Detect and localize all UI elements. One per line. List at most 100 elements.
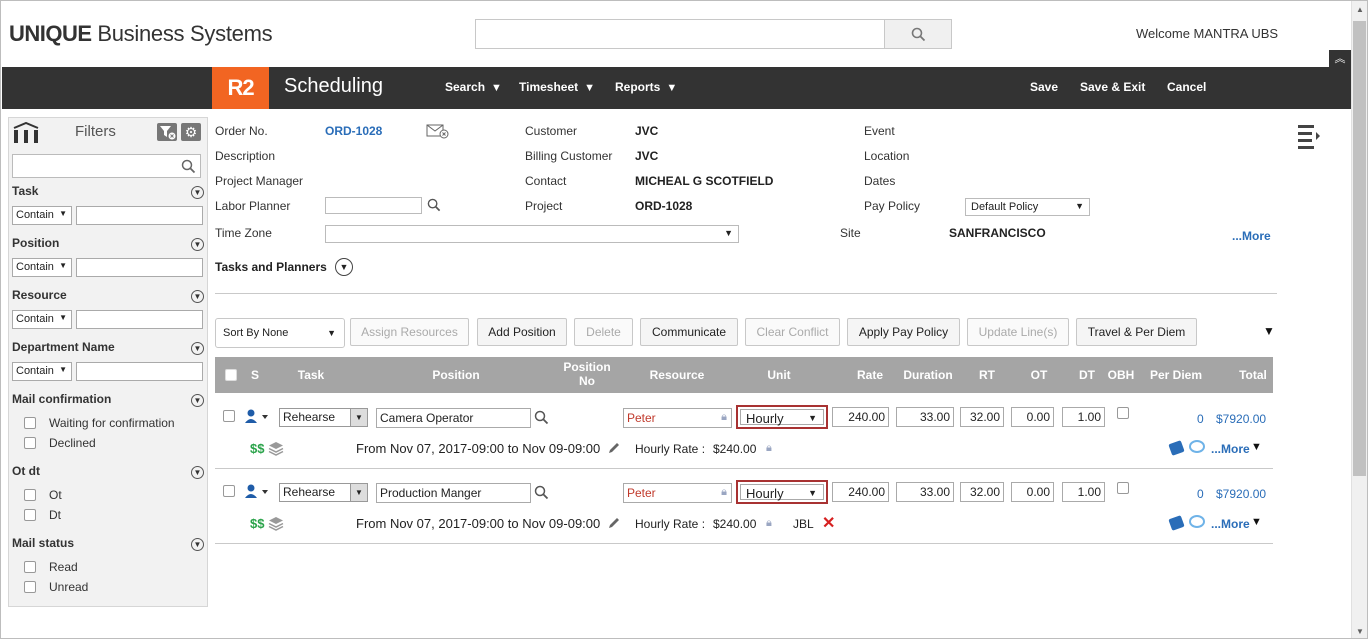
filter-position-op[interactable]: Contain ▼ <box>12 258 72 277</box>
filter-search-input[interactable] <box>12 154 201 178</box>
filter-task-input[interactable] <box>76 206 203 225</box>
declined-checkbox[interactable] <box>24 437 36 449</box>
clear-conflict-button[interactable]: Clear Conflict <box>745 318 840 346</box>
filter-position-input[interactable] <box>76 258 203 277</box>
scroll-up-icon[interactable]: ▲ <box>1356 5 1364 14</box>
search-icon[interactable] <box>534 410 549 425</box>
read-checkbox[interactable] <box>24 561 36 573</box>
layers-icon[interactable] <box>268 516 284 531</box>
unit-select[interactable]: Hourly ▼ <box>736 405 828 429</box>
dt-input[interactable]: 1.00 <box>1062 482 1105 502</box>
rt-input[interactable]: 32.00 <box>960 482 1004 502</box>
communicate-button[interactable]: Communicate <box>640 318 738 346</box>
add-position-button[interactable]: Add Position <box>477 318 567 346</box>
total-link[interactable]: $7920.00 <box>1216 487 1266 501</box>
global-search-input[interactable] <box>475 19 885 49</box>
cancel-button[interactable]: Cancel <box>1167 80 1206 94</box>
user-status-icon[interactable] <box>244 483 272 502</box>
caret-down-icon[interactable]: ▼ <box>1263 324 1275 338</box>
unit-select[interactable]: Hourly ▼ <box>736 480 828 504</box>
search-icon[interactable] <box>427 198 441 212</box>
order-no-link[interactable]: ORD-1028 <box>325 124 382 138</box>
row-checkbox[interactable] <box>223 485 235 497</box>
gear-icon[interactable]: ⚙ <box>181 123 201 141</box>
columns-icon[interactable] <box>12 122 40 144</box>
position-input[interactable]: Production Manger <box>376 483 531 503</box>
rate-input[interactable]: 240.00 <box>832 407 889 427</box>
search-icon[interactable] <box>534 485 549 500</box>
chevron-down-icon[interactable]: ▼ <box>191 342 204 355</box>
scrollbar-thumb[interactable] <box>1353 21 1366 476</box>
filter-task-op[interactable]: Contain ▼ <box>12 206 72 225</box>
delete-button[interactable]: Delete <box>574 318 633 346</box>
collapse-header-icon[interactable]: ︽ <box>1329 50 1351 68</box>
filter-resource-input[interactable] <box>76 310 203 329</box>
save-exit-button[interactable]: Save & Exit <box>1080 80 1145 94</box>
chevron-down-icon[interactable]: ▼ <box>191 238 204 251</box>
assign-resources-button[interactable]: Assign Resources <box>350 318 469 346</box>
chevron-down-icon[interactable]: ▼ <box>191 538 204 551</box>
caret-down-icon[interactable]: ▼ <box>1251 516 1262 528</box>
row-more-link[interactable]: ...More <box>1211 517 1250 531</box>
chevron-down-icon[interactable]: ▼ <box>191 290 204 303</box>
unread-checkbox[interactable] <box>24 581 36 593</box>
user-status-icon[interactable] <box>244 408 272 427</box>
nav-timesheet-menu[interactable]: Timesheet ▼ <box>519 80 595 94</box>
more-details-link[interactable]: ...More <box>1232 229 1271 243</box>
ot-input[interactable]: 0.00 <box>1011 407 1054 427</box>
update-lines-button[interactable]: Update Line(s) <box>967 318 1069 346</box>
filter-resource-op[interactable]: Contain ▼ <box>12 310 72 329</box>
side-menu-icon[interactable] <box>1297 123 1321 149</box>
chevron-down-icon[interactable]: ▼ <box>191 466 204 479</box>
nav-search-menu[interactable]: Search ▼ <box>445 80 502 94</box>
sort-by-select[interactable]: Sort By None ▼ <box>215 318 345 348</box>
ot-input[interactable]: 0.00 <box>1011 482 1054 502</box>
chevron-down-icon[interactable]: ▼ <box>191 186 204 199</box>
apply-pay-policy-button[interactable]: Apply Pay Policy <box>847 318 960 346</box>
filter-department-input[interactable] <box>76 362 203 381</box>
chat-icon[interactable] <box>1189 515 1205 528</box>
nav-reports-menu[interactable]: Reports ▼ <box>615 80 677 94</box>
duration-input[interactable]: 33.00 <box>896 407 954 427</box>
duration-input[interactable]: 33.00 <box>896 482 954 502</box>
dt-checkbox[interactable] <box>24 509 36 521</box>
resource-input[interactable]: Peter 🔒︎ <box>623 483 732 503</box>
pencil-icon[interactable] <box>607 516 621 530</box>
tag-icon[interactable] <box>1168 440 1185 456</box>
tag-icon[interactable] <box>1168 515 1185 531</box>
position-input[interactable]: Camera Operator <box>376 408 531 428</box>
dt-input[interactable]: 1.00 <box>1062 407 1105 427</box>
resource-input[interactable]: Peter 🔒︎ <box>623 408 732 428</box>
chat-icon[interactable] <box>1189 440 1205 453</box>
pay-policy-select[interactable]: Default Policy ▼ <box>965 198 1090 216</box>
mail-icon[interactable] <box>426 123 450 139</box>
global-search-button[interactable] <box>884 19 952 49</box>
per-diem-link[interactable]: 0 <box>1197 412 1204 426</box>
rt-input[interactable]: 32.00 <box>960 407 1004 427</box>
clear-filter-icon[interactable] <box>157 123 177 141</box>
task-select[interactable]: Rehearse ▼ <box>279 408 368 427</box>
per-diem-link[interactable]: 0 <box>1197 487 1204 501</box>
save-button[interactable]: Save <box>1030 80 1058 94</box>
dollar-icon[interactable]: $$ <box>250 516 264 531</box>
scroll-down-icon[interactable]: ▼ <box>1356 627 1364 636</box>
chevron-down-icon[interactable]: ▼ <box>191 394 204 407</box>
dollar-icon[interactable]: $$ <box>250 441 264 456</box>
labor-planner-input[interactable] <box>325 197 422 214</box>
obh-checkbox[interactable] <box>1117 407 1129 419</box>
filter-department-op[interactable]: Contain ▼ <box>12 362 72 381</box>
close-icon[interactable]: ✕ <box>822 513 835 533</box>
caret-down-icon[interactable]: ▼ <box>1251 441 1262 453</box>
time-zone-select[interactable]: ▼ <box>325 225 739 243</box>
obh-checkbox[interactable] <box>1117 482 1129 494</box>
chevron-down-icon[interactable]: ▼ <box>335 258 353 276</box>
layers-icon[interactable] <box>268 441 284 456</box>
ot-checkbox[interactable] <box>24 489 36 501</box>
row-checkbox[interactable] <box>223 410 235 422</box>
row-more-link[interactable]: ...More <box>1211 442 1250 456</box>
rate-input[interactable]: 240.00 <box>832 482 889 502</box>
waiting-checkbox[interactable] <box>24 417 36 429</box>
task-select[interactable]: Rehearse ▼ <box>279 483 368 502</box>
total-link[interactable]: $7920.00 <box>1216 412 1266 426</box>
select-all-checkbox[interactable] <box>225 369 237 381</box>
